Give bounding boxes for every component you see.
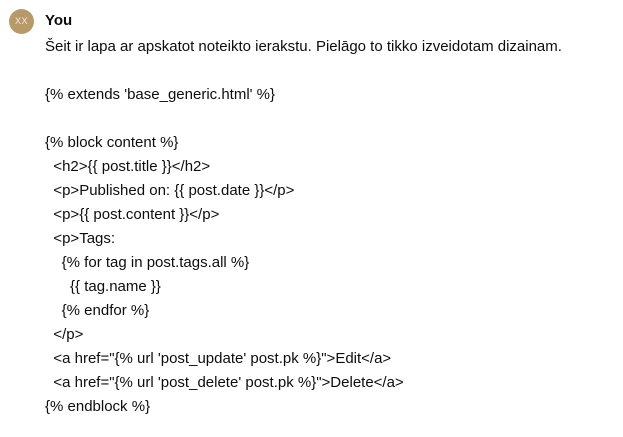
message-line: {% endblock %} <box>45 398 151 415</box>
chat-message: XX You Šeit ir lapa ar apskatot noteikto… <box>0 0 623 437</box>
message-line: <a href="{% url 'post_update' post.pk %}… <box>45 350 392 367</box>
message-line: {% block content %} <box>45 134 179 151</box>
message-line: {% endfor %} <box>45 302 150 319</box>
message-line <box>45 107 615 131</box>
message-line: {% extends 'base_generic.html' %} <box>45 86 276 103</box>
message-line: </p> <box>45 326 84 343</box>
message-line: <a href="{% url 'post_delete' post.pk %}… <box>45 374 404 391</box>
message-line: <p>{{ post.content }}</p> <box>45 206 220 223</box>
user-avatar: XX <box>9 9 34 34</box>
message-line: {{ tag.name }} <box>45 278 161 295</box>
message-line: <p>Published on: {{ post.date }}</p> <box>45 182 295 199</box>
message-line: <h2>{{ post.title }}</h2> <box>45 158 211 175</box>
message-line <box>45 59 615 83</box>
message-line: <p>Tags: <box>45 230 116 247</box>
message-line: {% for tag in post.tags.all %} <box>45 254 250 271</box>
message-author: You <box>45 12 73 29</box>
message-body: Šeit ir lapa ar apskatot noteikto ieraks… <box>45 35 615 419</box>
message-line: Šeit ir lapa ar apskatot noteikto ieraks… <box>45 38 562 55</box>
